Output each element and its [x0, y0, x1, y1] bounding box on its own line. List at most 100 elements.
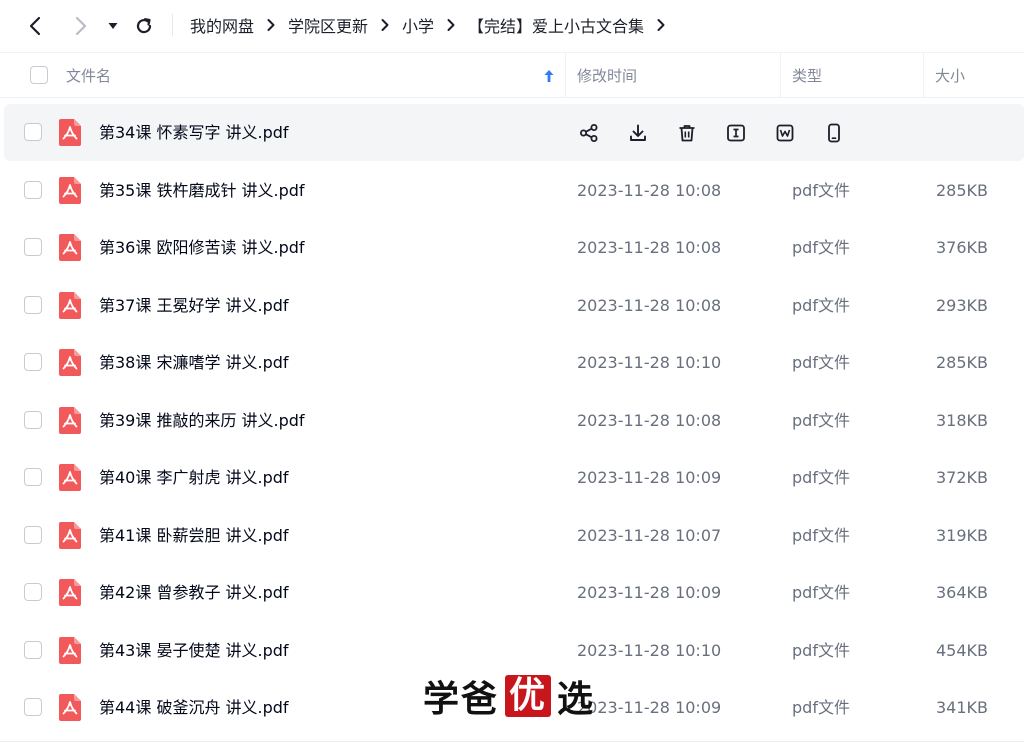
file-name[interactable]: 第40课 李广射虎 讲义.pdf: [99, 449, 289, 506]
file-size: 341KB: [936, 698, 989, 717]
file-row[interactable]: 第43课 晏子使楚 讲义.pdf 2023-11-28 10:10 pdf文件 …: [4, 622, 1024, 679]
share-button[interactable]: [574, 118, 604, 148]
file-modified-time: 2023-11-28 10:09: [577, 698, 722, 717]
breadcrumb-item-my-disk[interactable]: 我的网盘: [190, 13, 254, 37]
row-checkbox[interactable]: [24, 353, 42, 371]
file-modified-time: 2023-11-28 10:07: [577, 526, 722, 545]
column-header-modified-time[interactable]: 修改时间: [577, 53, 637, 98]
refresh-icon: [136, 18, 152, 34]
list-bottom-divider: [0, 741, 1024, 742]
row-checkbox[interactable]: [24, 238, 42, 256]
navigation-bar: 我的网盘 学院区更新 小学 【完结】爱上小古文合集: [0, 0, 1024, 52]
file-modified-time: 2023-11-28 10:09: [577, 468, 722, 487]
file-type: pdf文件: [792, 296, 850, 315]
file-name[interactable]: 第37课 王冕好学 讲义.pdf: [99, 277, 289, 334]
row-checkbox[interactable]: [24, 181, 42, 199]
column-header-name[interactable]: 文件名: [66, 53, 111, 98]
breadcrumb-item-current-folder[interactable]: 【完结】爱上小古文合集: [468, 13, 644, 37]
caret-down-icon: [108, 23, 118, 29]
file-row[interactable]: 第35课 铁杵磨成针 讲义.pdf 2023-11-28 10:08 pdf文件…: [4, 162, 1024, 219]
file-type: pdf文件: [792, 526, 850, 545]
file-modified-time: 2023-11-28 10:10: [577, 641, 722, 660]
send-to-phone-button[interactable]: [819, 118, 849, 148]
file-row[interactable]: 第36课 欧阳修苦读 讲义.pdf 2023-11-28 10:08 pdf文件…: [4, 219, 1024, 276]
row-checkbox[interactable]: [24, 468, 42, 486]
watermark-seal: 优: [505, 675, 552, 717]
pdf-file-icon: [59, 407, 81, 434]
file-modified-time: 2023-11-28 10:09: [577, 583, 722, 602]
column-divider: [923, 53, 924, 98]
file-name[interactable]: 第42课 曾参教子 讲义.pdf: [99, 564, 289, 621]
breadcrumb-item-academy-updates[interactable]: 学院区更新: [288, 13, 368, 37]
forward-button[interactable]: [64, 10, 96, 42]
file-type: pdf文件: [792, 583, 850, 602]
file-type: pdf文件: [792, 238, 850, 257]
word-convert-icon: [776, 124, 794, 142]
file-row[interactable]: 第37课 王冕好学 讲义.pdf 2023-11-28 10:08 pdf文件 …: [4, 277, 1024, 334]
column-divider: [780, 53, 781, 98]
file-size: 376KB: [936, 238, 989, 257]
file-type: pdf文件: [792, 641, 850, 660]
delete-button[interactable]: [672, 118, 702, 148]
row-checkbox[interactable]: [24, 296, 42, 314]
row-checkbox[interactable]: [24, 411, 42, 429]
file-name[interactable]: 第39课 推敲的来历 讲义.pdf: [99, 392, 305, 449]
file-row[interactable]: 第38课 宋濂嗜学 讲义.pdf 2023-11-28 10:10 pdf文件 …: [4, 334, 1024, 391]
file-name[interactable]: 第35课 铁杵磨成针 讲义.pdf: [99, 162, 305, 219]
rename-button[interactable]: [721, 118, 751, 148]
download-icon: [630, 124, 646, 141]
file-name[interactable]: 第44课 破釜沉舟 讲义.pdf: [99, 679, 289, 736]
convert-to-word-button[interactable]: [770, 118, 800, 148]
row-checkbox[interactable]: [24, 123, 42, 141]
download-button[interactable]: [623, 118, 653, 148]
rename-icon: [727, 124, 745, 142]
file-type: pdf文件: [792, 353, 850, 372]
back-button[interactable]: [20, 10, 52, 42]
file-name[interactable]: 第38课 宋濂嗜学 讲义.pdf: [99, 334, 289, 391]
row-checkbox[interactable]: [24, 526, 42, 544]
pdf-file-icon: [59, 522, 81, 549]
chevron-left-icon: [29, 16, 41, 36]
file-modified-time: 2023-11-28 10:08: [577, 411, 722, 430]
select-all-checkbox[interactable]: [30, 66, 48, 84]
file-row[interactable]: 第39课 推敲的来历 讲义.pdf 2023-11-28 10:08 pdf文件…: [4, 392, 1024, 449]
file-row[interactable]: 第41课 卧薪尝胆 讲义.pdf 2023-11-28 10:07 pdf文件 …: [4, 507, 1024, 564]
file-row[interactable]: 第34课 怀素写字 讲义.pdf: [4, 104, 1024, 161]
file-modified-time: 2023-11-28 10:08: [577, 181, 722, 200]
file-size: 364KB: [936, 583, 989, 602]
column-header-type[interactable]: 类型: [792, 53, 822, 98]
row-checkbox[interactable]: [24, 641, 42, 659]
file-type: pdf文件: [792, 698, 850, 717]
file-modified-time: 2023-11-28 10:10: [577, 353, 722, 372]
file-modified-time: 2023-11-28 10:08: [577, 238, 722, 257]
pdf-file-icon: [59, 637, 81, 664]
file-row[interactable]: 第42课 曾参教子 讲义.pdf 2023-11-28 10:09 pdf文件 …: [4, 564, 1024, 621]
watermark-text: 选: [557, 679, 596, 720]
row-checkbox[interactable]: [24, 583, 42, 601]
row-hover-actions: [574, 118, 868, 148]
refresh-button[interactable]: [128, 10, 160, 42]
sort-ascending-arrow-icon[interactable]: [543, 53, 555, 98]
watermark-logo: 学爸优选: [423, 674, 595, 720]
pdf-file-icon: [59, 349, 81, 376]
file-size: 285KB: [936, 181, 989, 200]
pdf-file-icon: [59, 177, 81, 204]
file-size: 318KB: [936, 411, 989, 430]
file-size: 285KB: [936, 353, 989, 372]
phone-icon: [828, 123, 840, 143]
pdf-file-icon: [59, 119, 81, 146]
file-row[interactable]: 第40课 李广射虎 讲义.pdf 2023-11-28 10:09 pdf文件 …: [4, 449, 1024, 506]
breadcrumb-item-primary-school[interactable]: 小学: [402, 13, 434, 37]
file-name[interactable]: 第41课 卧薪尝胆 讲义.pdf: [99, 507, 289, 564]
breadcrumb-chevron-icon: [380, 18, 390, 32]
file-name[interactable]: 第43课 晏子使楚 讲义.pdf: [99, 622, 289, 679]
trash-icon: [679, 125, 695, 142]
file-name[interactable]: 第36课 欧阳修苦读 讲义.pdf: [99, 219, 305, 276]
breadcrumb-chevron-icon: [266, 18, 276, 32]
pdf-file-icon: [59, 234, 81, 261]
column-header-size[interactable]: 大小: [935, 53, 965, 98]
history-dropdown-button[interactable]: [98, 10, 128, 42]
file-type: pdf文件: [792, 468, 850, 487]
file-name[interactable]: 第34课 怀素写字 讲义.pdf: [99, 104, 289, 161]
row-checkbox[interactable]: [24, 698, 42, 716]
